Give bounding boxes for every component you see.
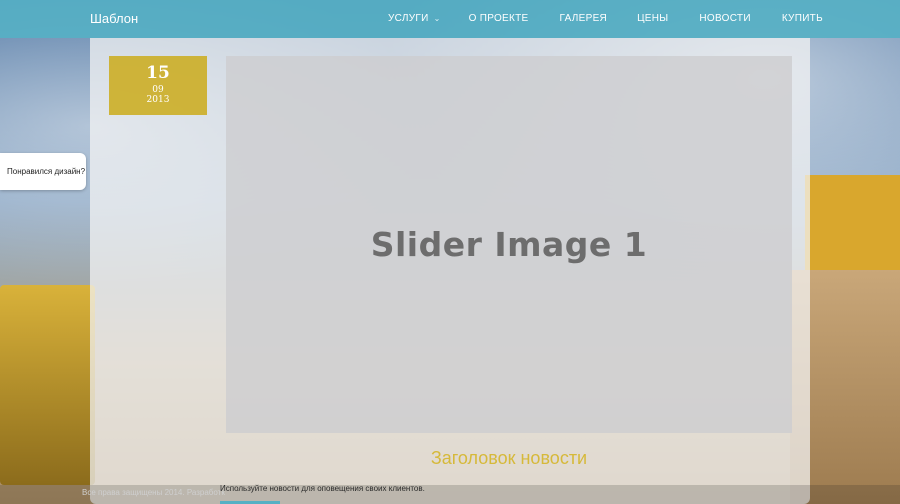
date-month: 09 (152, 85, 164, 95)
background-excavator-right (805, 175, 900, 270)
nav-item-label: ЦЕНЫ (637, 13, 669, 24)
nav-item-services[interactable]: УСЛУГИ ⌄ (388, 13, 441, 24)
site-header: Шаблон УСЛУГИ ⌄ О ПРОЕКТЕ ГАЛЕРЕЯ ЦЕНЫ Н… (0, 0, 900, 38)
nav-item-news[interactable]: НОВОСТИ (699, 13, 750, 24)
nav-item-prices[interactable]: ЦЕНЫ (637, 13, 668, 24)
news-description: Используйте новости для оповещения своих… (220, 484, 425, 493)
main-nav: УСЛУГИ ⌄ О ПРОЕКТЕ ГАЛЕРЕЯ ЦЕНЫ НОВОСТИ … (388, 13, 823, 24)
nav-item-label: КУПИТЬ (781, 13, 823, 24)
footer-copyright: Все права защищены 2014. Разработк (82, 488, 225, 497)
feedback-tab[interactable]: Понравился дизайн? (0, 153, 86, 190)
slider-placeholder-text: Slider Image 1 (370, 225, 648, 264)
date-badge: 15 09 2013 (109, 56, 207, 115)
nav-item-label: УСЛУГИ (388, 13, 429, 24)
nav-item-about[interactable]: О ПРОЕКТЕ (469, 13, 529, 24)
image-slider[interactable]: Slider Image 1 (226, 56, 792, 433)
feedback-tab-label: Понравился дизайн? (7, 167, 86, 176)
background-truck-left (0, 285, 95, 485)
nav-item-buy[interactable]: КУПИТЬ (782, 13, 823, 24)
nav-item-label: НОВОСТИ (699, 13, 751, 24)
nav-item-gallery[interactable]: ГАЛЕРЕЯ (560, 13, 608, 24)
nav-item-label: О ПРОЕКТЕ (468, 13, 529, 24)
site-logo[interactable]: Шаблон (90, 11, 138, 26)
date-year: 2013 (146, 95, 170, 105)
chevron-down-icon: ⌄ (433, 14, 441, 23)
nav-item-label: ГАЛЕРЕЯ (559, 13, 608, 24)
date-day: 15 (146, 63, 170, 83)
news-title[interactable]: Заголовок новости (226, 448, 792, 469)
